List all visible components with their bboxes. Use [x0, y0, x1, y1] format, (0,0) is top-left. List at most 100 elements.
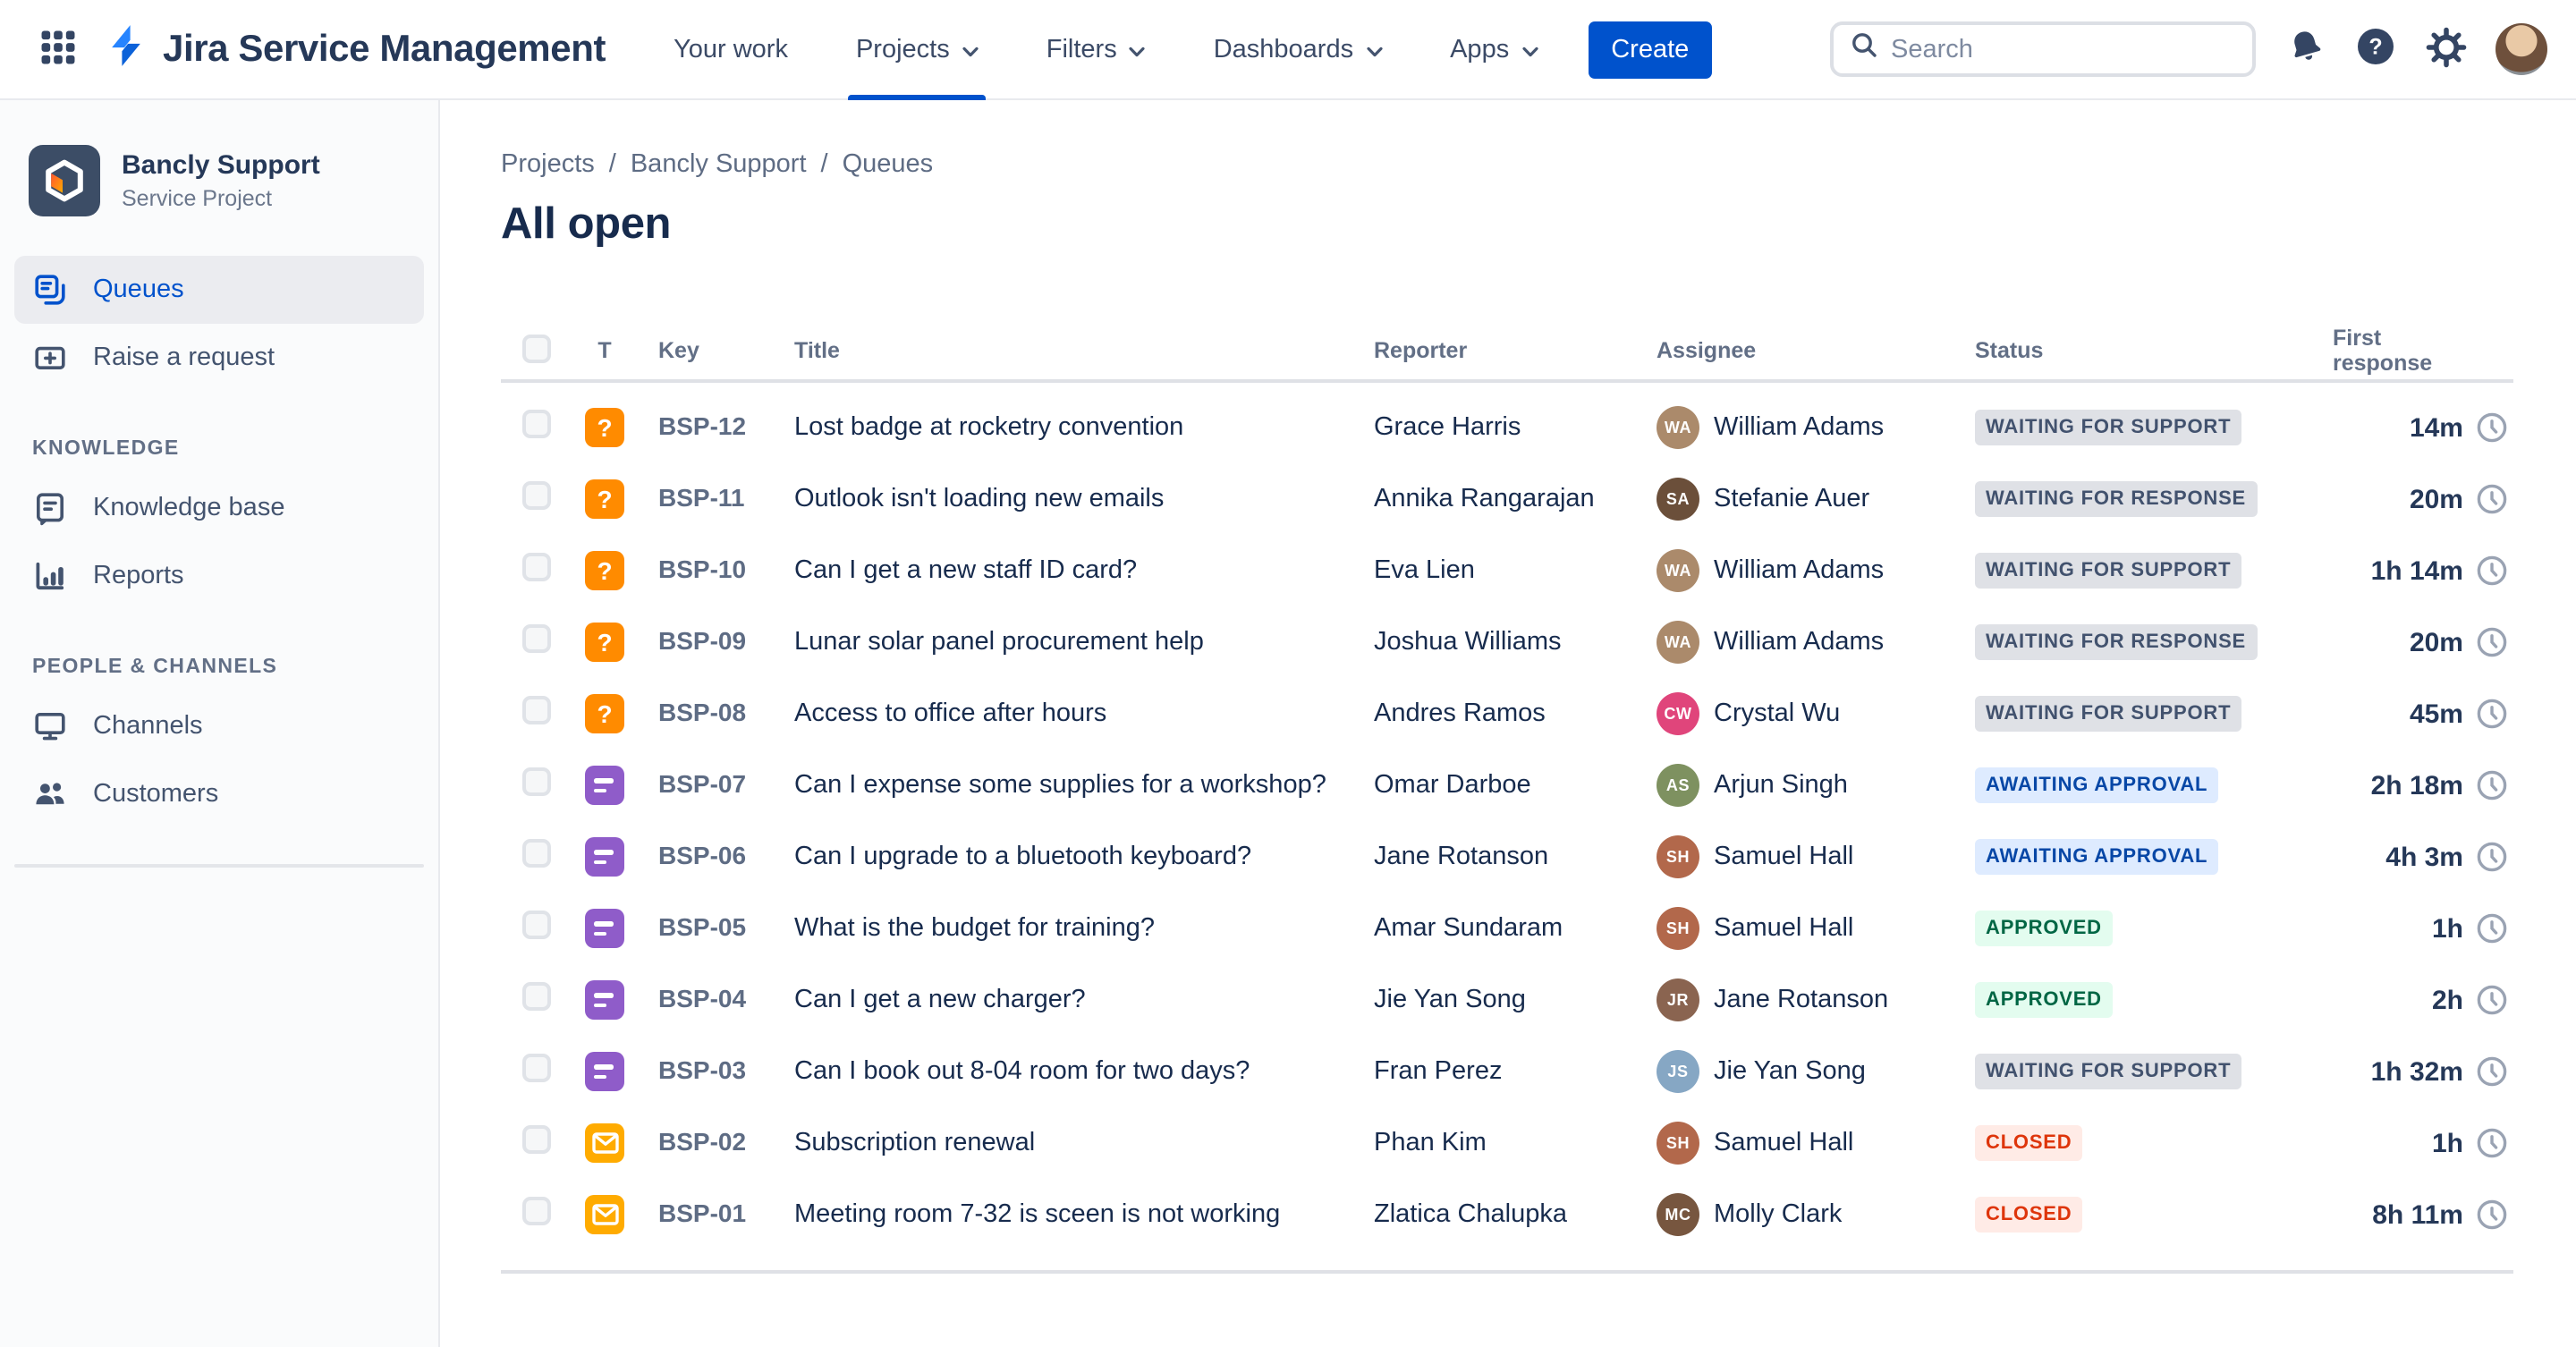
- row-checkbox[interactable]: [522, 767, 551, 795]
- issue-key-link[interactable]: BSP-11: [658, 483, 745, 512]
- nav-item-label: Apps: [1450, 35, 1510, 64]
- first-response-time: 45m: [2409, 699, 2463, 729]
- issue-title-link[interactable]: Lost badge at rocketry convention: [794, 413, 1183, 442]
- reporter-name: Fran Perez: [1374, 1057, 1503, 1086]
- user-avatar[interactable]: [2496, 23, 2547, 75]
- settings-button[interactable]: [2417, 21, 2474, 78]
- sidebar-item-customers[interactable]: Customers: [14, 760, 424, 828]
- issue-title-link[interactable]: Subscription renewal: [794, 1129, 1035, 1157]
- column-header-type[interactable]: T: [565, 338, 644, 363]
- assignee-name: Samuel Hall: [1714, 1129, 1854, 1157]
- nav-item-your-work[interactable]: Your work: [666, 0, 795, 99]
- select-all-checkbox[interactable]: [522, 334, 551, 362]
- row-checkbox[interactable]: [522, 1053, 551, 1081]
- table-row: BSP-06 Can I upgrade to a bluetooth keyb…: [501, 821, 2513, 893]
- app-switcher-button[interactable]: [29, 21, 86, 78]
- assignee-avatar: AS: [1657, 764, 1699, 807]
- issue-title-link[interactable]: What is the budget for training?: [794, 914, 1155, 943]
- breadcrumb-link[interactable]: Queues: [843, 150, 934, 179]
- sidebar-item-queues[interactable]: Queues: [14, 256, 424, 324]
- row-checkbox[interactable]: [522, 552, 551, 580]
- status-badge: AWAITING APPROVAL: [1975, 767, 2219, 803]
- issue-title-link[interactable]: Can I get a new charger?: [794, 986, 1086, 1014]
- help-button[interactable]: ?: [2347, 21, 2404, 78]
- issue-title-link[interactable]: Can I expense some supplies for a worksh…: [794, 771, 1326, 800]
- project-type: Service Project: [122, 186, 273, 211]
- issue-title-link[interactable]: Outlook isn't loading new emails: [794, 485, 1164, 513]
- nav-item-filters[interactable]: Filters: [1039, 0, 1153, 99]
- sidebar-item-channels[interactable]: Channels: [14, 692, 424, 760]
- question-type-icon: ?: [585, 479, 624, 519]
- row-checkbox[interactable]: [522, 1124, 551, 1153]
- issue-key-link[interactable]: BSP-08: [658, 698, 746, 726]
- clock-icon: [2474, 911, 2510, 946]
- row-checkbox[interactable]: [522, 623, 551, 652]
- clock-icon: [2474, 982, 2510, 1018]
- chevron-down-icon: [1130, 35, 1146, 64]
- row-checkbox[interactable]: [522, 409, 551, 437]
- status-badge: WAITING FOR SUPPORT: [1975, 696, 2242, 732]
- issue-key-link[interactable]: BSP-09: [658, 626, 746, 655]
- row-checkbox[interactable]: [522, 1196, 551, 1224]
- issue-key-link[interactable]: BSP-10: [658, 555, 746, 583]
- clock-icon: [2474, 839, 2510, 875]
- first-response-time: 2h: [2431, 985, 2463, 1015]
- create-button[interactable]: Create: [1588, 21, 1713, 78]
- reports-icon: [32, 558, 68, 594]
- issue-title-link[interactable]: Can I upgrade to a bluetooth keyboard?: [794, 843, 1251, 871]
- clock-icon: [2474, 481, 2510, 517]
- issue-title-link[interactable]: Can I book out 8-04 room for two days?: [794, 1057, 1250, 1086]
- row-checkbox[interactable]: [522, 981, 551, 1010]
- breadcrumb-link[interactable]: Projects: [501, 150, 595, 179]
- assignee-name: Jane Rotanson: [1714, 986, 1889, 1014]
- sidebar-item-reports[interactable]: Reports: [14, 542, 424, 610]
- issue-title-link[interactable]: Can I get a new staff ID card?: [794, 556, 1137, 585]
- column-header-assignee[interactable]: Assignee: [1657, 338, 1975, 363]
- table-row: BSP-07 Can I expense some supplies for a…: [501, 750, 2513, 821]
- sidebar-item-raise-a-request[interactable]: Raise a request: [14, 324, 424, 392]
- issue-key-link[interactable]: BSP-04: [658, 984, 746, 1012]
- reporter-name: Grace Harris: [1374, 413, 1521, 442]
- issue-key-link[interactable]: BSP-02: [658, 1127, 746, 1156]
- row-checkbox[interactable]: [522, 480, 551, 509]
- row-checkbox[interactable]: [522, 695, 551, 724]
- status-badge: APPROVED: [1975, 982, 2113, 1018]
- search-input[interactable]: [1891, 35, 2236, 64]
- project-avatar: [29, 145, 100, 216]
- issue-key-link[interactable]: BSP-07: [658, 769, 746, 798]
- notifications-button[interactable]: [2277, 21, 2334, 78]
- breadcrumb-separator: /: [608, 150, 616, 179]
- column-header-key[interactable]: Key: [644, 338, 784, 363]
- request-type-icon: [585, 980, 624, 1020]
- breadcrumb-link[interactable]: Bancly Support: [631, 150, 807, 179]
- issue-key-link[interactable]: BSP-05: [658, 912, 746, 941]
- app-shell: Bancly Support Service Project Queues Rai…: [0, 100, 2576, 1347]
- column-header-reporter[interactable]: Reporter: [1374, 338, 1657, 363]
- row-checkbox[interactable]: [522, 910, 551, 938]
- gear-icon: [2425, 26, 2466, 72]
- column-header-status[interactable]: Status: [1975, 338, 2333, 363]
- status-badge: WAITING FOR SUPPORT: [1975, 410, 2242, 445]
- issue-title-link[interactable]: Lunar solar panel procurement help: [794, 628, 1204, 657]
- sidebar-divider: [14, 864, 424, 868]
- search-box[interactable]: [1830, 21, 2256, 77]
- sidebar-item-knowledge-base[interactable]: Knowledge base: [14, 474, 424, 542]
- issue-key-link[interactable]: BSP-06: [658, 841, 746, 869]
- nav-item-apps[interactable]: Apps: [1443, 0, 1545, 99]
- row-checkbox[interactable]: [522, 838, 551, 867]
- first-response-time: 1h: [2431, 913, 2463, 944]
- issue-title-link[interactable]: Meeting room 7-32 is sceen is not workin…: [794, 1200, 1280, 1229]
- nav-item-dashboards[interactable]: Dashboards: [1207, 0, 1389, 99]
- issue-key-link[interactable]: BSP-03: [658, 1055, 746, 1084]
- brand[interactable]: Jira Service Management: [104, 22, 606, 76]
- column-header-first-response[interactable]: First response: [2333, 326, 2513, 376]
- grid-icon: [38, 28, 76, 71]
- reporter-name: Zlatica Chalupka: [1374, 1200, 1567, 1229]
- issue-title-link[interactable]: Access to office after hours: [794, 699, 1106, 728]
- issue-key-link[interactable]: BSP-01: [658, 1199, 746, 1227]
- nav-item-projects[interactable]: Projects: [848, 0, 987, 99]
- column-header-title[interactable]: Title: [784, 338, 1374, 363]
- issue-key-link[interactable]: BSP-12: [658, 411, 746, 440]
- clock-icon: [2474, 696, 2510, 732]
- status-badge: WAITING FOR RESPONSE: [1975, 481, 2258, 517]
